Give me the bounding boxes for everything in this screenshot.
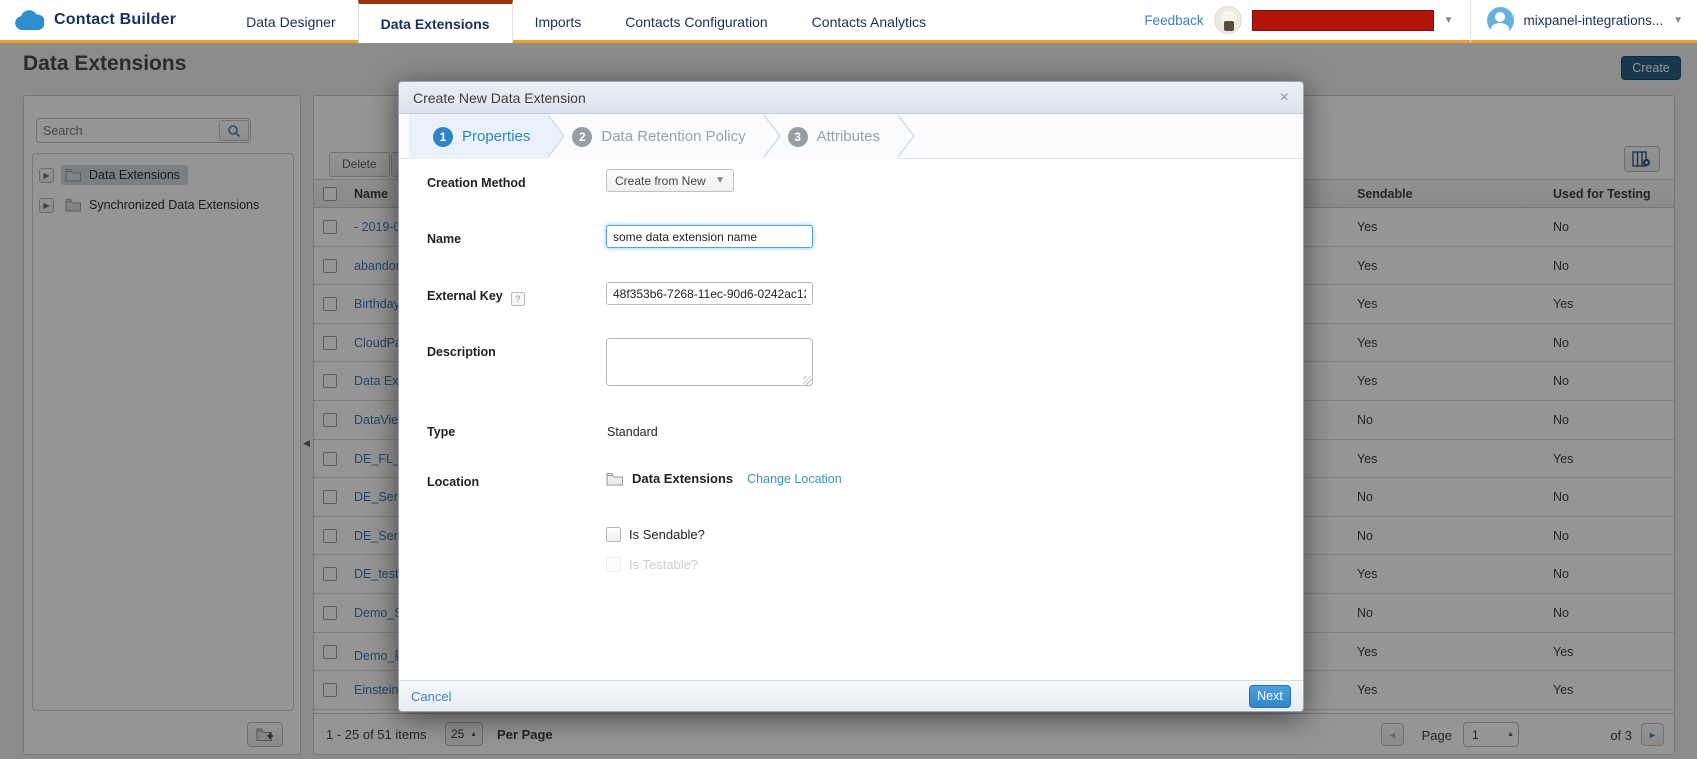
is-sendable-row: Is Sendable?	[606, 527, 705, 542]
user-avatar-icon[interactable]	[1487, 7, 1514, 34]
modal-footer: Cancel Next	[399, 680, 1303, 711]
is-testable-row: Is Testable?	[606, 557, 698, 572]
create-data-extension-modal: Create New Data Extension × 1 Properties…	[398, 81, 1304, 712]
modal-header: Create New Data Extension ×	[399, 82, 1303, 114]
nav-right-cluster: Feedback ▼ mixpanel-integrations... ▼	[1144, 0, 1697, 40]
nav-item[interactable]: Contacts Analytics	[790, 0, 948, 40]
account-caret-down-icon[interactable]: ▼	[1673, 15, 1683, 26]
redacted-account-badge	[1252, 10, 1434, 31]
dropdown-caret-icon: ▼	[715, 175, 725, 186]
nav-item[interactable]: Imports	[513, 0, 604, 40]
caret-down-icon[interactable]: ▼	[1444, 15, 1454, 26]
description-textarea[interactable]	[606, 338, 813, 386]
einstein-avatar[interactable]	[1214, 6, 1242, 34]
external-key-label-text: External Key	[427, 289, 503, 303]
creation-method-value: Create from New	[615, 174, 706, 188]
wizard-step[interactable]: 2 Data Retention Policy	[548, 114, 763, 159]
is-testable-checkbox	[606, 557, 621, 572]
modal-title: Create New Data Extension	[413, 90, 586, 106]
is-sendable-checkbox[interactable]	[606, 527, 621, 542]
textarea-resize-handle[interactable]	[803, 376, 812, 385]
nav-item-label: Data Designer	[246, 14, 336, 30]
is-testable-label: Is Testable?	[629, 557, 698, 572]
cancel-link[interactable]: Cancel	[411, 689, 451, 704]
app-window: Contact Builder Data Designer Data Extens…	[0, 0, 1697, 759]
location-value: Data Extensions	[632, 471, 733, 486]
external-key-label: External Key?	[427, 289, 525, 306]
nav-item-label: Imports	[535, 14, 582, 30]
nav-item-label: Data Extensions	[381, 16, 490, 32]
name-label: Name	[427, 232, 461, 246]
step-number-badge: 1	[433, 127, 453, 147]
divider	[1470, 0, 1471, 42]
nav-item[interactable]: Contacts Configuration	[603, 0, 789, 40]
step-label: Properties	[462, 128, 530, 145]
nav-item[interactable]: Data Extensions	[358, 0, 513, 43]
is-sendable-label: Is Sendable?	[629, 527, 705, 542]
nav-item-label: Contacts Configuration	[625, 14, 767, 30]
nav-item-label: Contacts Analytics	[812, 14, 926, 30]
creation-method-dropdown[interactable]: Create from New ▼	[606, 169, 734, 192]
nav-tabs: Data Designer Data Extensions Imports Conta…	[224, 0, 948, 40]
location-label: Location	[427, 475, 479, 489]
next-button[interactable]: Next	[1249, 685, 1291, 708]
creation-method-label: Creation Method	[427, 176, 526, 190]
description-label: Description	[427, 345, 496, 359]
step-number-badge: 3	[788, 127, 808, 147]
step-label: Data Retention Policy	[601, 128, 745, 145]
wizard-step[interactable]: 3 Attributes	[764, 114, 898, 159]
brand[interactable]: Contact Builder	[0, 0, 196, 40]
type-value: Standard	[607, 425, 658, 439]
step-number-badge: 2	[572, 127, 592, 147]
name-input[interactable]	[606, 225, 813, 248]
external-key-input[interactable]	[606, 282, 813, 305]
location-row: Data Extensions Change Location	[606, 471, 842, 486]
change-location-link[interactable]: Change Location	[747, 472, 842, 486]
step-label: Attributes	[817, 128, 880, 145]
location-folder-icon	[606, 472, 624, 486]
feedback-link[interactable]: Feedback	[1144, 13, 1203, 28]
top-nav: Contact Builder Data Designer Data Extens…	[0, 0, 1697, 43]
wizard-step[interactable]: 1 Properties	[409, 114, 548, 159]
nav-item[interactable]: Data Designer	[224, 0, 358, 40]
close-icon[interactable]: ×	[1280, 90, 1289, 106]
app-title: Contact Builder	[54, 11, 176, 29]
account-name: mixpanel-integrations...	[1524, 13, 1664, 28]
wizard-steps: 1 Properties 2 Data Retention Policy 3 A…	[399, 114, 1303, 159]
cloud-logo-icon	[14, 10, 44, 31]
help-icon[interactable]: ?	[511, 292, 525, 306]
type-label: Type	[427, 425, 455, 439]
